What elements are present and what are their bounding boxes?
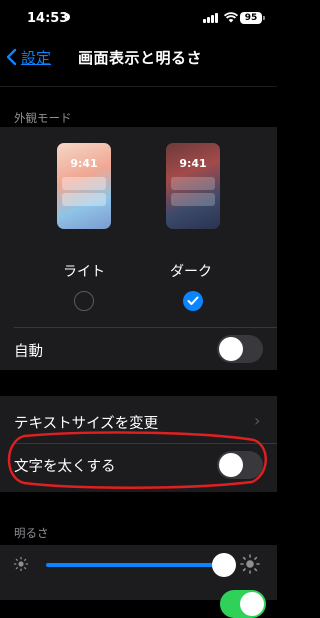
row-separator xyxy=(14,327,277,328)
light-mode-preview[interactable]: 9:41 xyxy=(57,143,111,229)
toggle-knob xyxy=(219,337,243,361)
dark-mode-preview[interactable]: 9:41 xyxy=(166,143,220,229)
back-label: 設定 xyxy=(21,48,52,67)
preview-widget xyxy=(171,177,215,190)
back-button[interactable]: 設定 xyxy=(6,44,51,70)
checkmark-icon xyxy=(187,296,199,305)
preview-widget xyxy=(171,193,215,206)
chevron-left-icon xyxy=(6,48,17,66)
brightness-low-icon xyxy=(13,556,29,572)
appearance-group: 9:41 9:41 ライト ダーク 自動 xyxy=(0,127,277,370)
dark-mode-label: ダーク xyxy=(170,264,212,280)
focus-moon-icon xyxy=(59,14,67,22)
wifi-icon xyxy=(224,12,238,23)
brightness-section-header: 明るさ xyxy=(14,526,49,540)
brightness-slider-thumb[interactable] xyxy=(212,553,236,577)
preview-widget xyxy=(62,193,106,206)
preview-widget xyxy=(62,177,106,190)
auto-toggle[interactable] xyxy=(217,335,263,363)
dark-preview-time: 9:41 xyxy=(179,157,207,170)
brightness-slider-fill[interactable] xyxy=(46,563,224,567)
page-title: 画面表示と明るさ xyxy=(78,49,203,67)
battery-tip xyxy=(263,16,265,20)
light-mode-label: ライト xyxy=(63,264,105,280)
nav-divider xyxy=(0,86,277,87)
dark-mode-radio[interactable] xyxy=(183,291,203,311)
appearance-section-header: 外観モード xyxy=(14,111,72,125)
cellular-signal-icon xyxy=(203,13,219,23)
brightness-high-icon xyxy=(240,554,260,574)
next-row-toggle[interactable] xyxy=(220,590,266,618)
light-mode-radio[interactable] xyxy=(74,291,94,311)
battery-icon: 95 xyxy=(240,12,262,24)
light-preview-time: 9:41 xyxy=(70,157,98,170)
toggle-knob xyxy=(240,592,264,616)
auto-label: 自動 xyxy=(14,344,43,360)
annotation-circle xyxy=(7,431,267,489)
